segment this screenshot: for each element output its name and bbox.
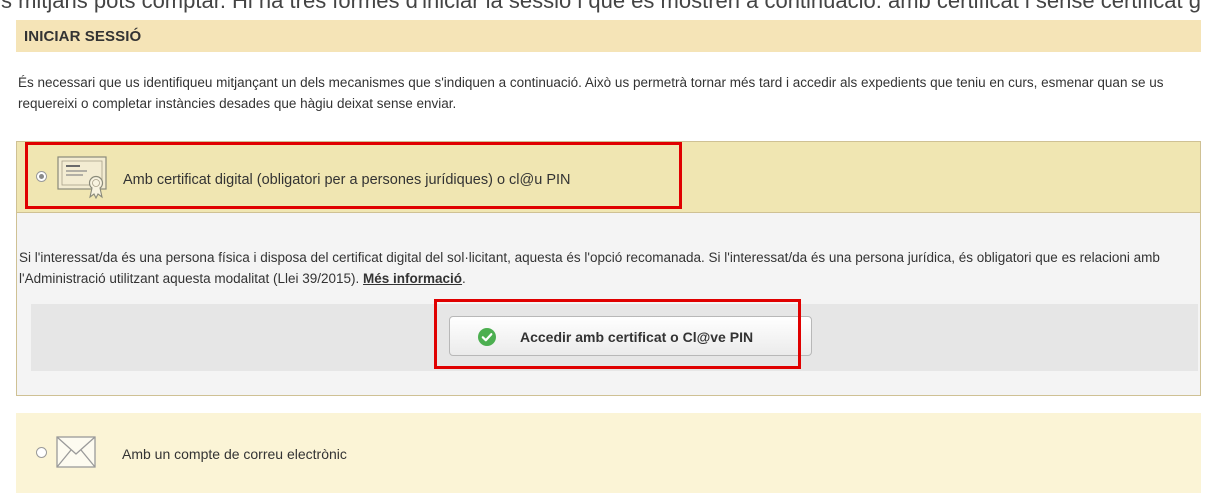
highlight-box-button <box>434 299 801 369</box>
email-option-label[interactable]: Amb un compte de correu electrònic <box>122 446 347 462</box>
highlight-box-option <box>25 142 682 209</box>
email-radio[interactable] <box>36 447 47 458</box>
intro-text: És necessari que us identifiqueu mitjanç… <box>18 75 1164 111</box>
top-strip-text: s fer-ho de tres maneres segons el perfi… <box>0 0 1201 13</box>
page-title: INICIAR SESSIÓ <box>24 28 142 45</box>
email-option[interactable]: Amb un compte de correu electrònic <box>16 413 1201 493</box>
description-end: . <box>462 271 466 286</box>
section-header: INICIAR SESSIÓ <box>16 20 1201 52</box>
envelope-icon <box>56 436 96 468</box>
top-strip: s fer-ho de tres maneres segons el perfi… <box>0 0 1205 20</box>
more-info-link[interactable]: Més informació <box>363 271 462 286</box>
certificate-description-text: Si l'interessat/da és una persona física… <box>19 250 1160 286</box>
certificate-description: Si l'interessat/da és una persona física… <box>19 247 1184 289</box>
